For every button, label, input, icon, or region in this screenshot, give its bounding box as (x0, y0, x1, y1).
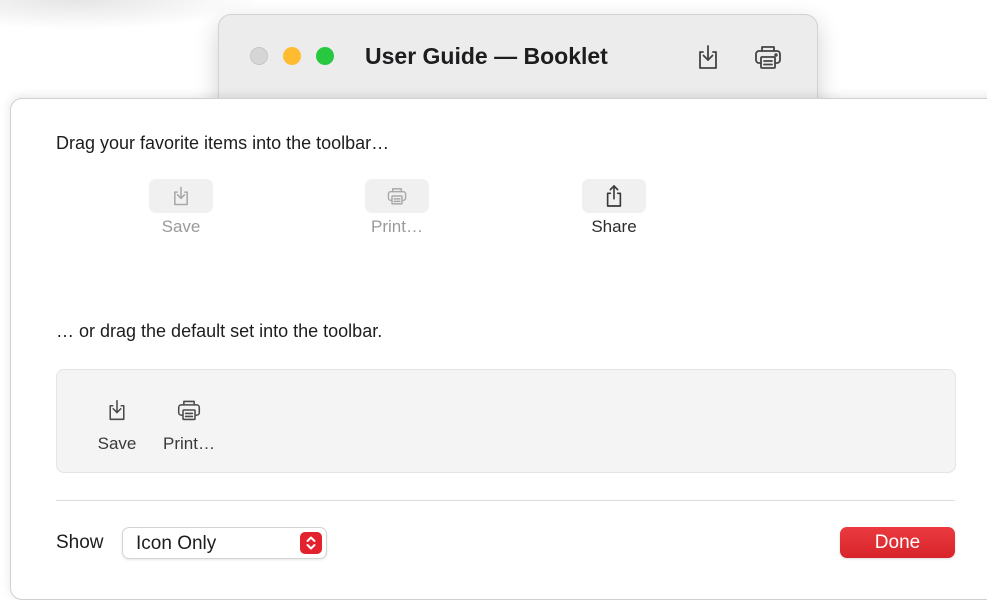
save-icon (109, 399, 125, 421)
save-icon (699, 45, 717, 69)
customize-toolbar-sheet: Drag your favorite items into the toolba… (10, 98, 987, 600)
minimize-window-button[interactable] (283, 47, 301, 65)
close-window-button[interactable] (250, 47, 268, 65)
favorite-item-save[interactable]: Save (126, 179, 236, 237)
default-item-print: Print… (157, 398, 221, 454)
default-set-well[interactable]: Save Print… (56, 369, 956, 473)
printer-icon (387, 188, 407, 205)
save-icon (174, 186, 188, 206)
favorites-heading: Drag your favorite items into the toolba… (56, 133, 390, 153)
show-popup-button[interactable]: Icon Only (122, 527, 327, 559)
favorite-item-share[interactable]: Share (559, 179, 669, 237)
favorite-item-label: Save (161, 217, 201, 236)
divider (56, 500, 955, 501)
show-popup-value: Icon Only (136, 533, 217, 554)
toolbar-save-button[interactable] (693, 41, 723, 73)
favorite-item-print[interactable]: Print… (342, 179, 452, 237)
share-icon (606, 185, 622, 207)
default-item-label: Save (97, 434, 137, 453)
favorite-item-label: Share (591, 217, 637, 236)
default-item-label: Print… (163, 434, 215, 453)
show-label: Show (56, 532, 104, 553)
printer-icon (177, 400, 201, 421)
toolbar-print-button[interactable] (753, 41, 783, 73)
chevron-up-down-icon (300, 532, 322, 554)
printer-icon (755, 46, 781, 69)
default-set-heading: … or drag the default set into the toolb… (56, 321, 383, 341)
default-item-save: Save (89, 398, 145, 454)
favorite-item-label: Print… (371, 217, 423, 236)
done-button[interactable]: Done (840, 527, 955, 558)
window-title: User Guide — Booklet (365, 43, 608, 69)
maximize-window-button[interactable] (316, 47, 334, 65)
